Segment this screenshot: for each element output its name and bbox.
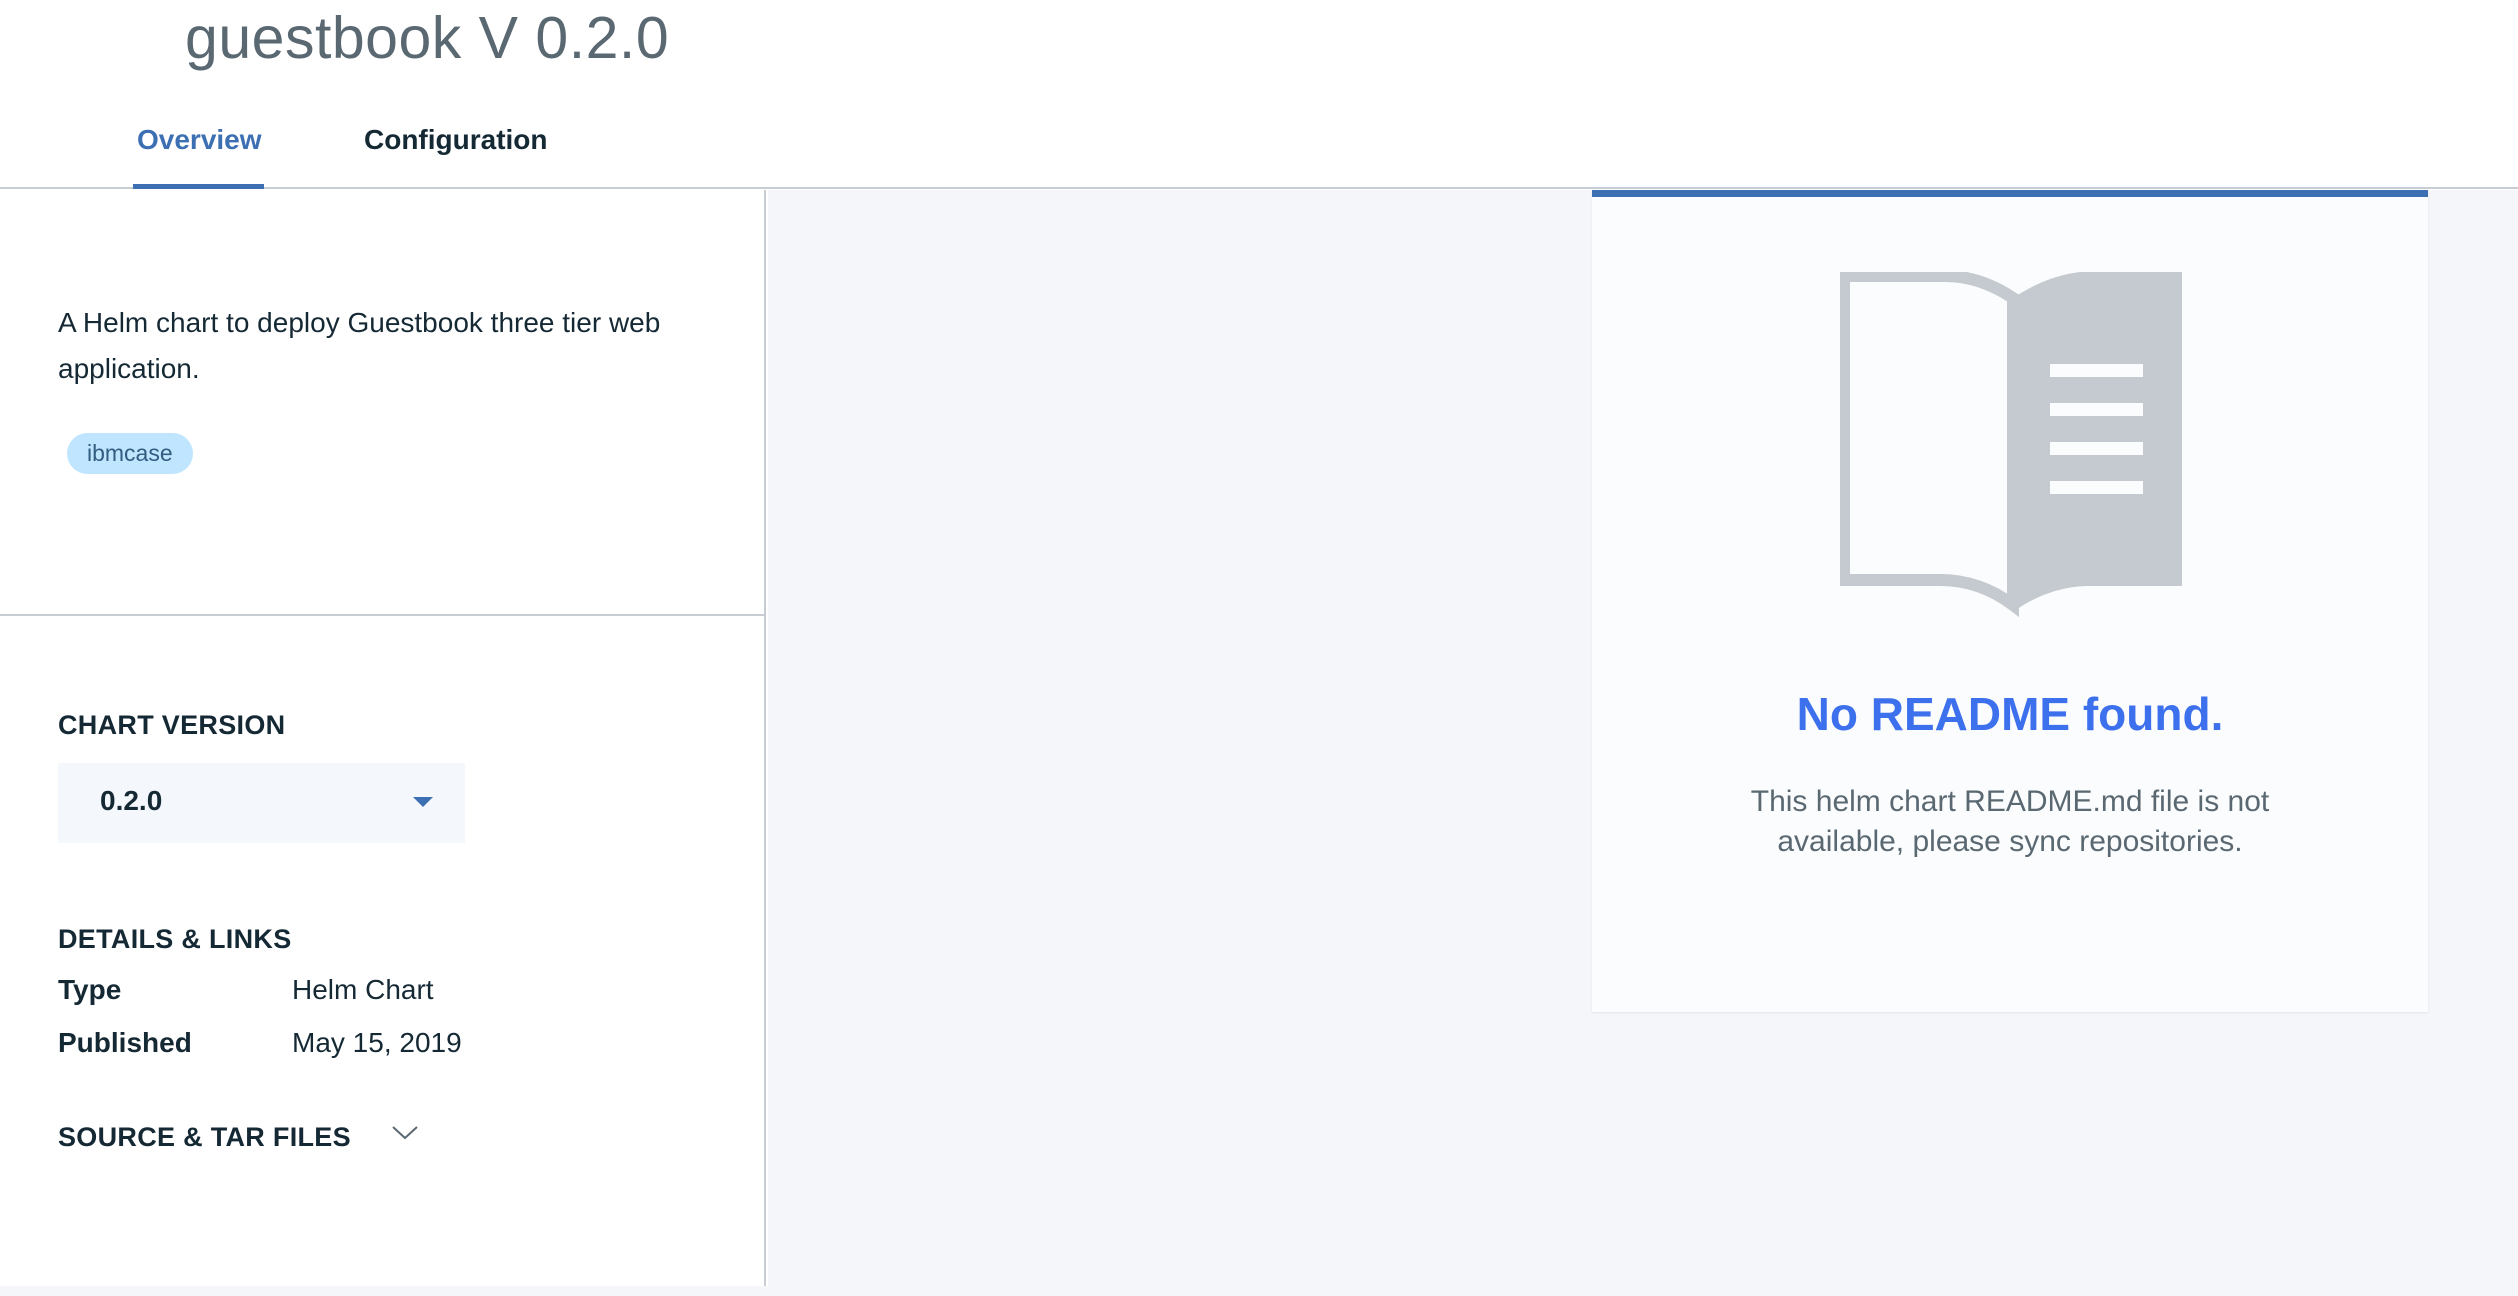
caret-down-icon (413, 797, 433, 807)
keyword-tag[interactable]: ibmcase (67, 433, 193, 474)
page-header: guestbook V 0.2.0 Overview Configuration (0, 0, 2518, 189)
open-book-icon (1838, 270, 2186, 618)
readme-empty-title: No README found. (1796, 688, 2224, 740)
bottom-edge (0, 1286, 2518, 1296)
page-title: guestbook V 0.2.0 (185, 5, 670, 71)
chart-sidebar: A Helm chart to deploy Guestbook three t… (0, 190, 766, 1286)
detail-label-type: Type (58, 974, 122, 1005)
chart-description: A Helm chart to deploy Guestbook three t… (58, 307, 661, 384)
detail-value-published: May 15, 2019 (292, 1027, 462, 1058)
chevron-down-icon[interactable] (385, 1112, 425, 1152)
tab-overview[interactable]: Overview (137, 124, 262, 188)
tab-configuration[interactable]: Configuration (364, 124, 548, 188)
detail-label-published: Published (58, 1027, 192, 1058)
detail-value-type: Helm Chart (292, 974, 434, 1005)
chart-version-value: 0.2.0 (100, 785, 163, 816)
chart-version-select[interactable]: 0.2.0 (58, 763, 465, 843)
readme-panel: No README found. This helm chart README.… (768, 190, 2518, 1286)
readme-empty-message: This helm chart README.md file is not av… (1750, 785, 2270, 858)
readme-card: No README found. This helm chart README.… (1592, 190, 2428, 1012)
details-links-heading: DETAILS & LINKS (58, 924, 292, 954)
sidebar-divider (0, 614, 766, 616)
source-tar-files-heading[interactable]: SOURCE & TAR FILES (58, 1122, 351, 1153)
chart-version-heading: CHART VERSION (58, 710, 286, 740)
active-tab-indicator (133, 184, 264, 189)
